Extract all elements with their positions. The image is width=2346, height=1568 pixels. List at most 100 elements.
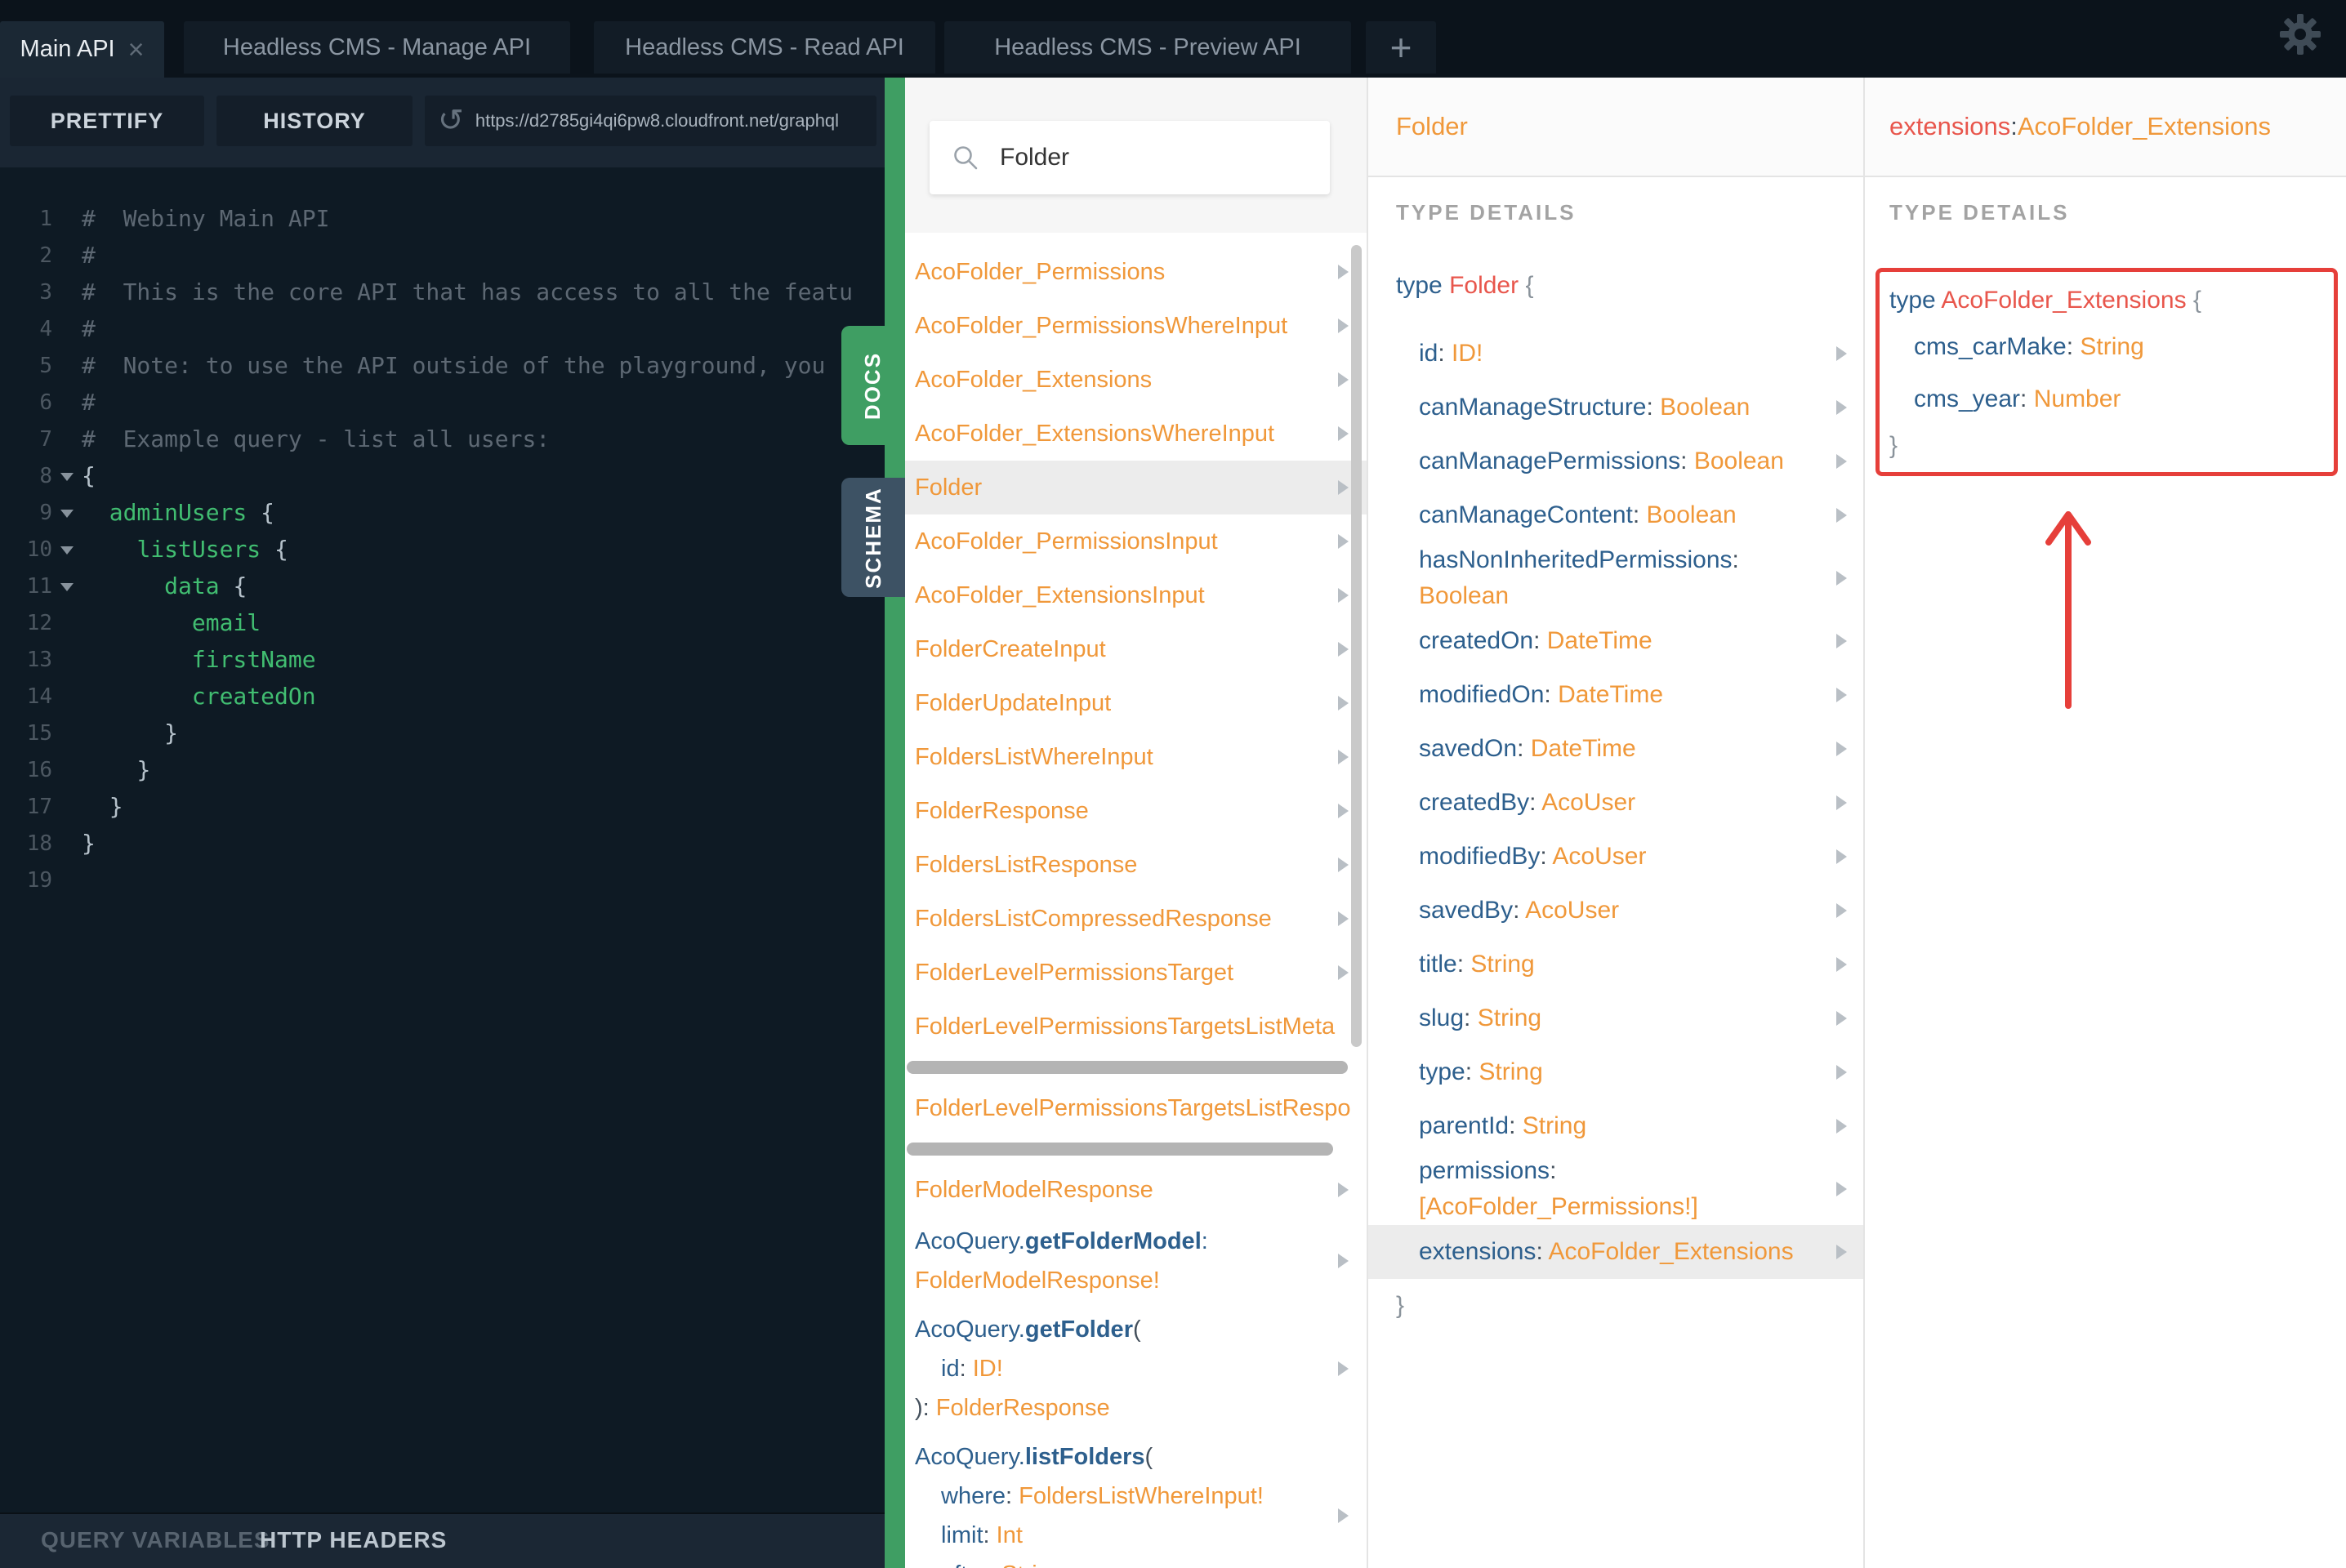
expand-arrow-icon[interactable] [1836,346,1847,361]
docs-divider[interactable] [885,78,905,1568]
expand-arrow-icon[interactable] [1836,400,1847,415]
docs-search-box[interactable] [930,121,1330,194]
expand-arrow-icon[interactable] [1836,742,1847,756]
close-icon[interactable]: × [128,36,145,64]
expand-arrow-icon[interactable] [1836,571,1847,586]
doc-list-item[interactable]: AcoFolder_Extensions [905,353,1367,407]
expand-arrow-icon[interactable] [1836,454,1847,469]
doc-list-item[interactable]: FolderLevelPermissionsTargetsListRespo [905,1081,1367,1135]
tab-headless-cms-read-api[interactable]: Headless CMS - Read API [594,21,935,74]
fold-toggle-icon[interactable] [60,509,74,518]
doc-list-item[interactable]: Folder [905,461,1367,514]
expand-arrow-icon[interactable] [1338,534,1349,549]
doc-list-item[interactable]: AcoFolder_ExtensionsInput [905,568,1367,622]
field-row-savedOn[interactable]: savedOn: DateTime [1368,722,1863,776]
expand-arrow-icon[interactable] [1338,426,1349,441]
expand-arrow-icon[interactable] [1338,1508,1349,1523]
docs-search-input[interactable] [998,143,1312,172]
horizontal-scrollbar[interactable] [907,1061,1348,1074]
doc-list-item[interactable]: FolderUpdateInput [905,676,1367,730]
expand-arrow-icon[interactable] [1836,795,1847,810]
query-variables-tab[interactable]: QUERY VARIABLES [41,1527,270,1553]
expand-arrow-icon[interactable] [1338,372,1349,387]
expand-arrow-icon[interactable] [1338,1361,1349,1376]
expand-arrow-icon[interactable] [1338,265,1349,279]
expand-arrow-icon[interactable] [1338,642,1349,657]
expand-arrow-icon[interactable] [1836,903,1847,918]
expand-arrow-icon[interactable] [1338,480,1349,495]
expand-arrow-icon[interactable] [1836,1182,1847,1196]
http-headers-tab[interactable]: HTTP HEADERS [260,1527,447,1553]
doc-list-item[interactable]: FolderCreateInput [905,622,1367,676]
expand-arrow-icon[interactable] [1338,804,1349,818]
field-row-modifiedOn[interactable]: modifiedOn: DateTime [1368,668,1863,722]
expand-arrow-icon[interactable] [1836,1011,1847,1026]
expand-arrow-icon[interactable] [1338,965,1349,980]
field-row-id[interactable]: id: ID! [1368,327,1863,381]
expand-arrow-icon[interactable] [1836,1119,1847,1134]
field-row-savedBy[interactable]: savedBy: AcoUser [1368,884,1863,938]
schema-side-tab[interactable]: SCHEMA [841,478,905,597]
expand-arrow-icon[interactable] [1338,750,1349,764]
new-tab-button[interactable]: + [1366,21,1436,74]
settings-gear-icon[interactable] [2276,10,2325,59]
expand-arrow-icon[interactable] [1836,508,1847,523]
expand-arrow-icon[interactable] [1338,318,1349,333]
field-row-extensions[interactable]: extensions: AcoFolder_Extensions [1368,1225,1863,1279]
doc-list-item[interactable]: AcoFolder_Permissions [905,245,1367,299]
vertical-scrollbar[interactable] [1351,245,1362,1047]
field-row-type[interactable]: type: String [1368,1045,1863,1099]
field-row-parentId[interactable]: parentId: String [1368,1099,1863,1153]
field-row-cms_year[interactable]: cms_year: Number [1914,385,2121,413]
doc-list-item[interactable]: AcoQuery.listFolders(where: FoldersListW… [905,1432,1367,1568]
docs-side-tab[interactable]: DOCS [841,326,905,445]
doc-list-item[interactable]: FolderLevelPermissionsTarget [905,946,1367,1000]
fold-toggle-icon[interactable] [60,582,74,591]
doc-list-item[interactable]: FolderLevelPermissionsTargetsListMeta [905,1000,1367,1054]
tab-main-api[interactable]: Main API × [0,21,164,78]
expand-arrow-icon[interactable] [1338,1254,1349,1268]
doc-list-item[interactable]: AcoQuery.getFolder(id: ID!): FolderRespo… [905,1305,1367,1432]
expand-arrow-icon[interactable] [1338,696,1349,710]
fold-toggle-icon[interactable] [60,546,74,555]
tab-headless-cms-manage-api[interactable]: Headless CMS - Manage API [184,21,570,74]
expand-arrow-icon[interactable] [1836,1065,1847,1080]
doc-list-item[interactable]: FoldersListCompressedResponse [905,892,1367,946]
reload-schema-icon[interactable]: ↺ [438,105,464,136]
doc-list-item[interactable]: AcoFolder_ExtensionsWhereInput [905,407,1367,461]
expand-arrow-icon[interactable] [1836,849,1847,864]
field-row-permissions[interactable]: permissions: [AcoFolder_Permissions!] [1368,1153,1863,1225]
doc-list-item[interactable]: FolderModelResponse [905,1163,1367,1217]
field-row-title[interactable]: title: String [1368,938,1863,991]
expand-arrow-icon[interactable] [1338,911,1349,926]
field-row-createdBy[interactable]: createdBy: AcoUser [1368,776,1863,830]
field-row-createdOn[interactable]: createdOn: DateTime [1368,614,1863,668]
horizontal-scrollbar[interactable] [907,1143,1333,1156]
expand-arrow-icon[interactable] [1836,1245,1847,1259]
field-row-slug[interactable]: slug: String [1368,991,1863,1045]
prettify-button[interactable]: PRETTIFY [10,96,204,146]
history-button[interactable]: HISTORY [216,96,413,146]
expand-arrow-icon[interactable] [1338,588,1349,603]
query-editor[interactable]: 1 # Webiny Main API 2 #3 # This is the core … [0,167,885,1512]
field-row-canManageContent[interactable]: canManageContent: Boolean [1368,488,1863,542]
endpoint-url-bar[interactable]: ↺ https://d2785gi4qi6pw8.cloudfront.net/… [425,96,876,146]
fold-toggle-icon[interactable] [60,472,74,481]
doc-list-item[interactable]: FoldersListWhereInput [905,730,1367,784]
field-row-modifiedBy[interactable]: modifiedBy: AcoUser [1368,830,1863,884]
tab-headless-cms-preview-api[interactable]: Headless CMS - Preview API [944,21,1351,74]
field-row-cms_carMake[interactable]: cms_carMake: String [1914,333,2144,361]
doc-list-item[interactable]: FoldersListResponse [905,838,1367,892]
field-row-canManagePermissions[interactable]: canManagePermissions: Boolean [1368,434,1863,488]
field-row-canManageStructure[interactable]: canManageStructure: Boolean [1368,381,1863,434]
expand-arrow-icon[interactable] [1836,957,1847,972]
expand-arrow-icon[interactable] [1338,858,1349,872]
doc-list-item[interactable]: AcoQuery.getFolderModel: FolderModelRespo… [905,1217,1367,1305]
doc-list-item[interactable]: AcoFolder_PermissionsInput [905,514,1367,568]
field-row-hasNonInheritedPermissions[interactable]: hasNonInheritedPermissions: Boolean [1368,542,1863,614]
expand-arrow-icon[interactable] [1338,1183,1349,1197]
expand-arrow-icon[interactable] [1836,688,1847,702]
expand-arrow-icon[interactable] [1836,634,1847,648]
doc-list-item[interactable]: FolderResponse [905,784,1367,838]
doc-list-item[interactable]: AcoFolder_PermissionsWhereInput [905,299,1367,353]
